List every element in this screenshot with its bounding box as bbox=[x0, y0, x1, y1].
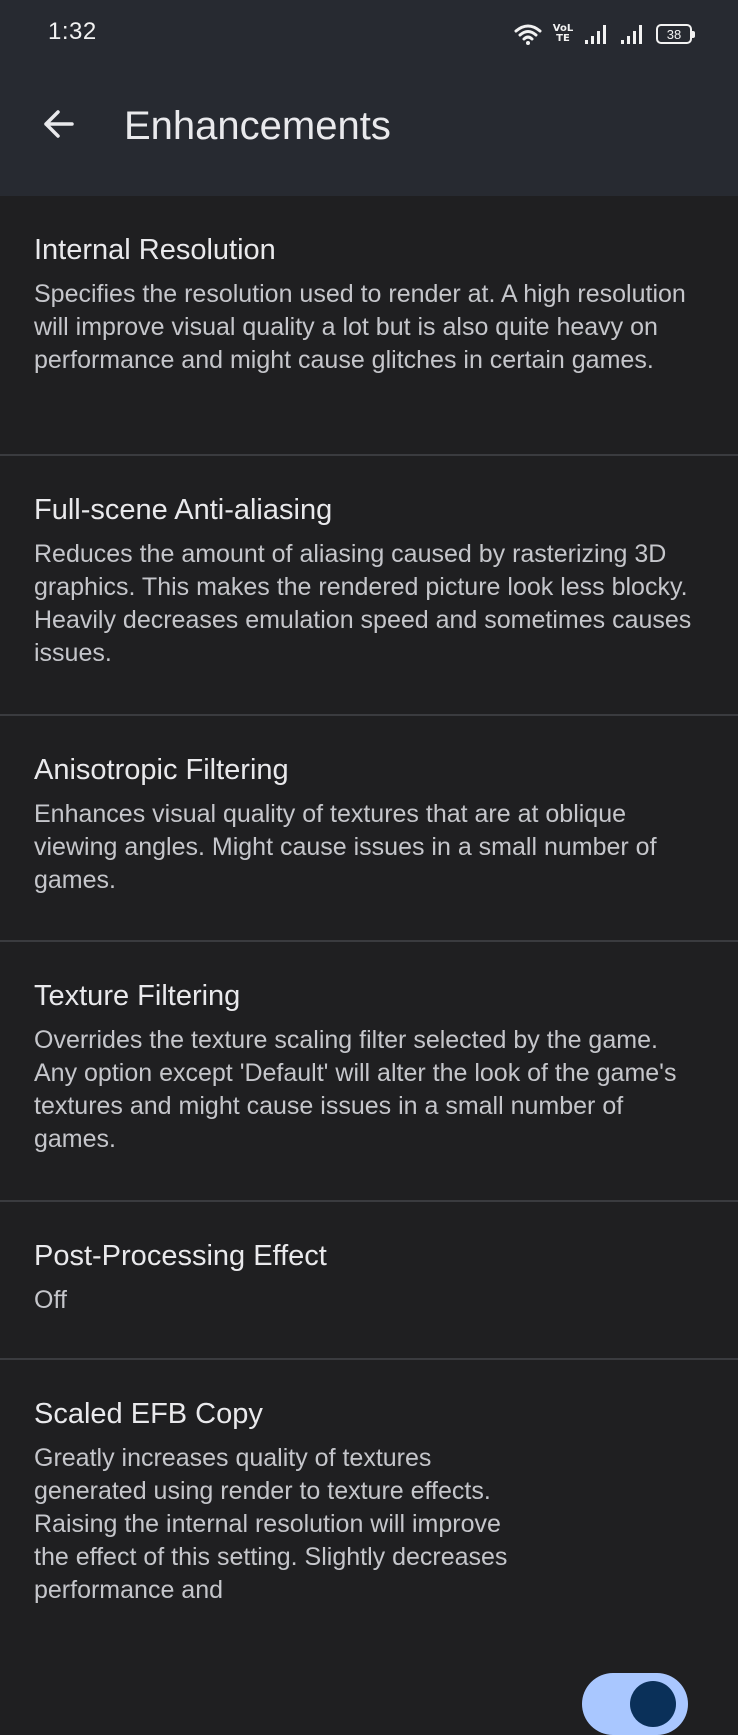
status-time: 1:32 bbox=[48, 18, 97, 45]
page-title: Enhancements bbox=[124, 104, 391, 148]
volte-icon: VoLTE bbox=[552, 23, 574, 44]
setting-description: Reduces the amount of aliasing caused by… bbox=[34, 540, 692, 667]
setting-internal-resolution[interactable]: Internal Resolution Specifies the resolu… bbox=[0, 196, 738, 456]
arrow-back-icon bbox=[44, 110, 74, 138]
setting-texture-filtering[interactable]: Texture Filtering Overrides the texture … bbox=[0, 942, 738, 1202]
setting-title: Scaled EFB Copy bbox=[34, 1398, 263, 1430]
settings-list: Internal Resolution Specifies the resolu… bbox=[0, 196, 738, 1735]
setting-title: Internal Resolution bbox=[34, 234, 276, 266]
setting-scaled-efb-copy[interactable]: Scaled EFB Copy Greatly increases qualit… bbox=[0, 1360, 738, 1735]
setting-post-processing-effect[interactable]: Post-Processing Effect Off bbox=[0, 1202, 738, 1360]
status-bar: 1:32 VoLTE 38 bbox=[0, 0, 738, 66]
setting-description: Enhances visual quality of textures that… bbox=[34, 800, 657, 894]
setting-description: Specifies the resolution used to render … bbox=[34, 280, 686, 374]
battery-icon: 38 bbox=[656, 24, 695, 44]
app-bar: Enhancements bbox=[0, 66, 738, 196]
setting-description: Overrides the texture scaling filter sel… bbox=[34, 1026, 677, 1153]
setting-anti-aliasing[interactable]: Full-scene Anti-aliasing Reduces the amo… bbox=[0, 456, 738, 716]
setting-title: Post-Processing Effect bbox=[34, 1240, 327, 1272]
setting-title: Full-scene Anti-aliasing bbox=[34, 494, 333, 526]
signal-icon bbox=[585, 25, 606, 44]
setting-description: Greatly increases quality of textures ge… bbox=[34, 1444, 508, 1604]
toggle-thumb bbox=[630, 1681, 676, 1727]
setting-anisotropic-filtering[interactable]: Anisotropic Filtering Enhances visual qu… bbox=[0, 716, 738, 942]
signal-icon bbox=[621, 25, 642, 44]
setting-title: Texture Filtering bbox=[34, 980, 241, 1012]
setting-value: Off bbox=[34, 1286, 67, 1314]
setting-title: Anisotropic Filtering bbox=[34, 754, 289, 786]
scaled-efb-copy-toggle[interactable] bbox=[582, 1673, 688, 1735]
wifi-icon bbox=[514, 24, 542, 45]
battery-level: 38 bbox=[666, 26, 682, 42]
status-icons: VoLTE 38 bbox=[514, 20, 695, 48]
back-button[interactable] bbox=[30, 96, 86, 152]
